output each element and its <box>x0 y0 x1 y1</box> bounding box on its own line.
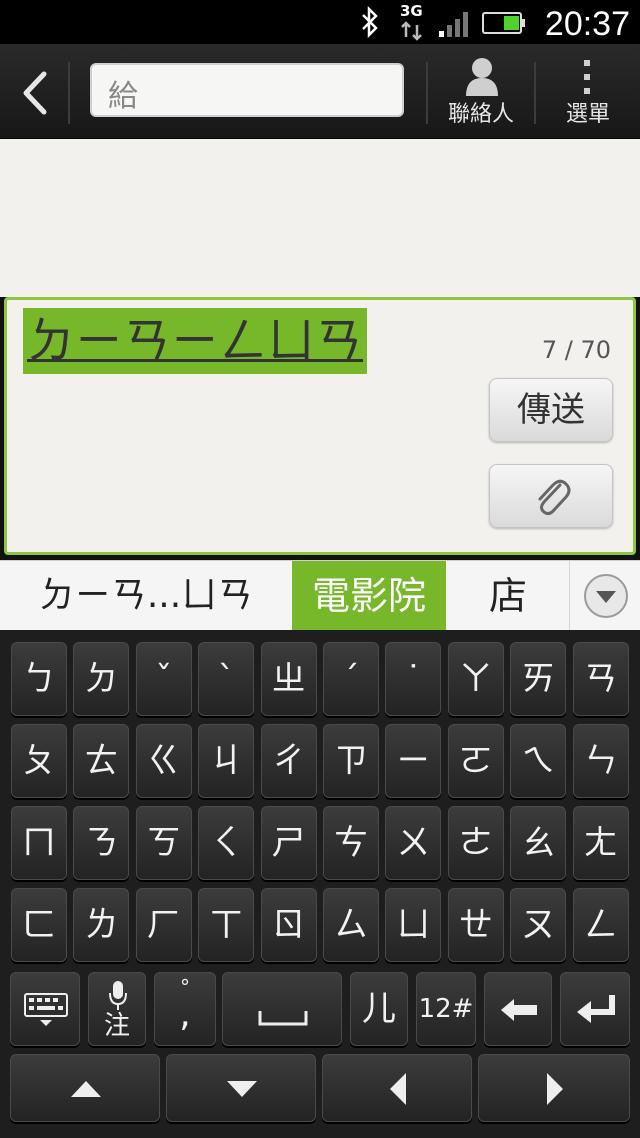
zhuyin-key[interactable]: ㄚ <box>447 642 504 716</box>
attach-button[interactable] <box>489 464 613 528</box>
arrow-down-icon <box>227 1081 257 1097</box>
zhuyin-key[interactable]: ㄈ <box>11 888 67 962</box>
zhuyin-key[interactable]: ˋ <box>198 642 255 716</box>
enter-key[interactable] <box>560 972 630 1046</box>
zhuyin-key[interactable]: ㄩ <box>385 888 442 962</box>
recipient-input[interactable]: 給 <box>90 63 404 117</box>
enter-icon <box>577 995 615 1023</box>
zhuyin-key[interactable]: ㄅ <box>11 642 67 716</box>
candidate-1[interactable]: ㄉㄧㄢ...ㄩㄢ <box>0 561 292 631</box>
zhuyin-key[interactable]: ㄠ <box>510 806 567 880</box>
keyboard-switch-key[interactable] <box>10 972 80 1046</box>
zhuyin-key[interactable]: ㄉ <box>73 642 130 716</box>
person-icon <box>466 58 498 96</box>
punctuation-key[interactable]: ° , <box>154 972 216 1046</box>
divider <box>534 62 536 124</box>
zhuyin-key[interactable]: ㄊ <box>73 724 130 798</box>
contacts-label: 聯絡人 <box>447 102 514 127</box>
menu-label: 選單 <box>565 102 610 127</box>
zhuyin-key[interactable]: ㄆ <box>11 724 67 798</box>
number-symbol-key[interactable]: 12# <box>416 972 476 1046</box>
zhuyin-key[interactable]: ㄋ <box>73 806 130 880</box>
overflow-menu-icon <box>584 60 590 94</box>
network-type-label: 3G <box>400 2 423 20</box>
zhuyin-key[interactable]: ㄌ <box>73 888 130 962</box>
zhuyin-key[interactable]: ㄞ <box>510 642 567 716</box>
arrow-up-icon <box>71 1081 101 1097</box>
zhuyin-key[interactable]: ˙ <box>385 642 442 716</box>
bluetooth-icon <box>362 6 378 38</box>
compose-box[interactable]: ㄉㄧㄢㄧㄥㄩㄢ 7 / 70 傳送 <box>4 297 636 555</box>
expand-candidates-button[interactable] <box>572 561 640 631</box>
recipient-placeholder: 給 <box>108 79 138 114</box>
divider <box>569 561 570 631</box>
zhuyin-key[interactable]: ㄐ <box>198 724 255 798</box>
chevron-down-icon <box>584 574 628 618</box>
zhuyin-key[interactable]: ㄓ <box>260 642 317 716</box>
action-bar: 給 聯絡人 選單 <box>0 44 640 139</box>
zhuyin-key[interactable]: ㄤ <box>572 806 629 880</box>
voice-input-key[interactable]: 注 <box>88 972 146 1046</box>
arrow-down-key[interactable] <box>166 1054 316 1122</box>
zhuyin-key[interactable]: ㄑ <box>198 806 255 880</box>
candidate-bar: ㄉㄧㄢ...ㄩㄢ 電影院 店 <box>0 560 640 631</box>
zhuyin-key[interactable]: ㄗ <box>323 724 379 798</box>
zhuyin-key[interactable]: ㄧ <box>385 724 442 798</box>
zhuyin-key[interactable]: ㄍ <box>135 724 192 798</box>
zhuyin-key[interactable]: ㄥ <box>572 888 629 962</box>
er-key[interactable]: 儿 <box>350 972 408 1046</box>
zhuyin-key[interactable]: ㄏ <box>135 888 192 962</box>
battery-icon <box>482 12 525 34</box>
signal-icon <box>439 12 468 37</box>
arrow-left-icon <box>390 1073 406 1105</box>
zhuyin-key[interactable]: ˇ <box>135 642 192 716</box>
zhuyin-key[interactable]: ㄜ <box>447 806 504 880</box>
arrow-right-icon <box>547 1073 563 1105</box>
zhuyin-key[interactable]: ㄣ <box>572 724 629 798</box>
comma-label: , <box>179 994 191 1035</box>
menu-button[interactable]: 選單 <box>540 44 636 138</box>
zhuyin-key[interactable]: ㄔ <box>260 724 317 798</box>
zhuyin-key[interactable]: ㄡ <box>510 888 567 962</box>
zhuyin-key[interactable]: ㄕ <box>260 806 317 880</box>
keyboard: ㄅㄉ ˇ ˋ ㄓ ˊ ˙ ㄚㄞㄢㄆㄊㄍㄐㄔㄗㄧㄛㄟㄣㄇㄋㄎㄑㄕㄘㄨㄜㄠㄤㄈㄌㄏㄒㄖㄙㄩㄝㄡㄥ… <box>0 630 640 1138</box>
data-activity-icon <box>401 21 422 41</box>
zhuyin-key[interactable]: ㄟ <box>510 724 567 798</box>
zhuyin-key[interactable]: ㄛ <box>447 724 504 798</box>
zhuyin-key[interactable]: ㄖ <box>260 888 317 962</box>
backspace-key[interactable] <box>484 972 552 1046</box>
zhuyin-key[interactable]: ㄒ <box>198 888 255 962</box>
character-counter: 7 / 70 <box>541 336 611 364</box>
space-key[interactable] <box>222 972 342 1046</box>
back-icon[interactable] <box>14 68 54 118</box>
zhuyin-key[interactable]: ㄨ <box>385 806 442 880</box>
contacts-button[interactable]: 聯絡人 <box>432 44 530 138</box>
zhuyin-key[interactable]: ㄙ <box>323 888 379 962</box>
candidate-2[interactable]: 電影院 <box>292 561 446 631</box>
arrow-up-key[interactable] <box>10 1054 160 1122</box>
paperclip-icon <box>538 479 571 516</box>
divider <box>68 62 70 124</box>
arrow-left-key[interactable] <box>322 1054 472 1122</box>
arrow-right-key[interactable] <box>478 1054 630 1122</box>
zhuyin-key[interactable]: ㄇ <box>11 806 67 880</box>
zhuyin-key[interactable]: ㄝ <box>447 888 504 962</box>
message-thread <box>0 139 640 297</box>
status-bar: 3G 20:37 <box>0 0 640 44</box>
divider <box>426 62 428 124</box>
candidate-3[interactable]: 店 <box>446 561 570 631</box>
send-button[interactable]: 傳送 <box>489 378 613 442</box>
keyboard-icon <box>24 993 68 1026</box>
space-bar-icon <box>258 1011 308 1026</box>
compose-text[interactable]: ㄉㄧㄢㄧㄥㄩㄢ <box>23 308 368 374</box>
zhuyin-key[interactable]: ㄘ <box>323 806 379 880</box>
microphone-icon <box>109 981 127 1010</box>
zhuyin-key[interactable]: ㄎ <box>135 806 192 880</box>
backspace-icon <box>501 999 537 1021</box>
zhuyin-key[interactable]: ˊ <box>323 642 379 716</box>
zhuyin-mode-label: 注 <box>103 1011 130 1041</box>
clock: 20:37 <box>544 5 630 43</box>
zhuyin-key[interactable]: ㄢ <box>572 642 629 716</box>
